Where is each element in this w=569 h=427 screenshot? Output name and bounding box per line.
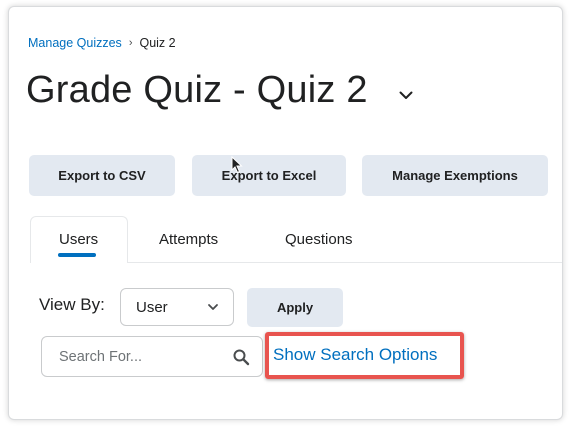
tab-users[interactable]: Users (59, 231, 98, 248)
breadcrumb-separator: › (128, 37, 133, 49)
tabs-divider (127, 262, 562, 263)
tab-attempts[interactable]: Attempts (159, 231, 218, 248)
view-by-selected-value: User (136, 298, 168, 316)
title-row: Grade Quiz - Quiz 2 (26, 67, 416, 113)
search-input[interactable] (57, 347, 221, 366)
tab-selected-indicator (58, 253, 96, 257)
search-field (41, 336, 263, 377)
breadcrumb: Manage Quizzes › Quiz 2 (28, 36, 176, 50)
tab-questions[interactable]: Questions (285, 231, 353, 248)
chevron-down-icon (208, 304, 218, 310)
view-by-select[interactable]: User (120, 288, 234, 326)
manage-exemptions-button[interactable]: Manage Exemptions (362, 155, 548, 196)
breadcrumb-current: Quiz 2 (139, 36, 176, 50)
show-search-options-link[interactable]: Show Search Options (273, 345, 437, 365)
export-to-excel-button[interactable]: Export to Excel (192, 155, 346, 196)
breadcrumb-manage-quizzes-link[interactable]: Manage Quizzes (28, 36, 122, 50)
export-to-csv-button[interactable]: Export to CSV (29, 155, 175, 196)
grade-quiz-panel: Manage Quizzes › Quiz 2 Grade Quiz - Qui… (8, 6, 563, 420)
apply-button[interactable]: Apply (247, 288, 343, 327)
search-icon[interactable] (232, 348, 250, 366)
view-by-label: View By: (39, 295, 105, 314)
chevron-down-icon[interactable] (396, 85, 416, 105)
page-title: Grade Quiz - Quiz 2 (26, 69, 368, 111)
